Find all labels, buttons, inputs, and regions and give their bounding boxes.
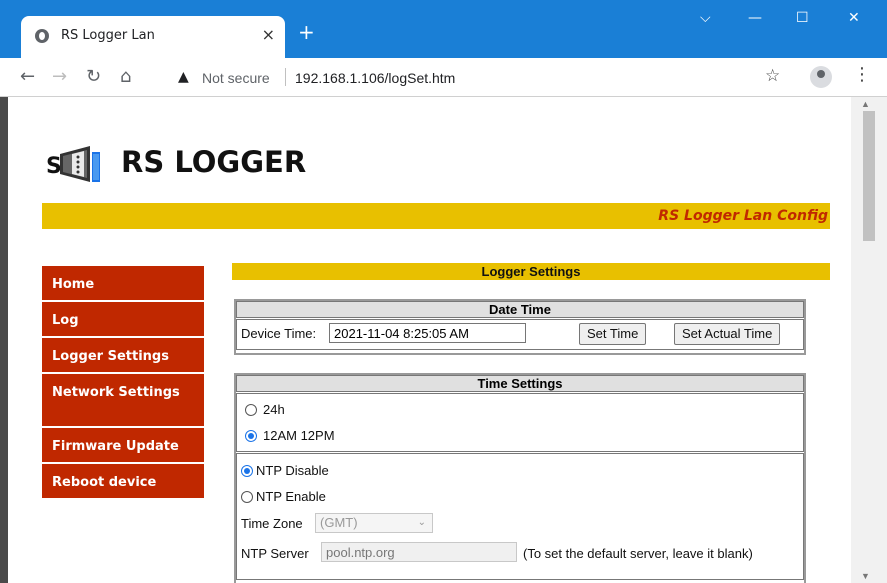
- reload-icon[interactable]: ↻: [86, 66, 101, 87]
- format-12h-radio[interactable]: [245, 430, 257, 442]
- tab-search-icon[interactable]: ⌵: [700, 10, 711, 26]
- time-settings-group: Time Settings 24h 12AM 12PM NTP Disable …: [234, 373, 806, 583]
- address-separator: [285, 68, 286, 86]
- address-bar[interactable]: ▲ Not secure 192.168.1.106/logSet.htm: [164, 62, 804, 92]
- sidebar-item-log[interactable]: Log: [42, 302, 204, 336]
- sidebar-item-logger-settings[interactable]: Logger Settings: [42, 338, 204, 372]
- date-time-row: Device Time: 2021-11-04 8:25:05 AM Set T…: [236, 319, 804, 350]
- forward-arrow-icon[interactable]: →: [52, 66, 67, 87]
- config-banner: RS Logger Lan Config: [42, 203, 830, 229]
- main-content: Logger Settings Date Time Device Time: 2…: [232, 263, 830, 583]
- ntp-disable-label: NTP Disable: [256, 463, 329, 478]
- url-text[interactable]: 192.168.1.106/logSet.htm: [295, 70, 455, 86]
- ntp-server-label: NTP Server: [241, 546, 309, 561]
- format-24h-radio[interactable]: [245, 404, 257, 416]
- menu-dots-icon[interactable]: ⋮: [853, 64, 871, 85]
- security-label[interactable]: Not secure: [202, 70, 270, 86]
- browser-titlebar: RS Logger Lan × + ⌵ — ☐ ✕: [0, 0, 887, 58]
- tab-title: RS Logger Lan: [61, 28, 155, 43]
- profile-icon[interactable]: [810, 66, 832, 88]
- page-title: Logger Settings: [232, 263, 830, 280]
- chevron-down-icon: ⌄: [417, 517, 426, 528]
- device-time-input[interactable]: 2021-11-04 8:25:05 AM: [329, 323, 526, 343]
- ntp-enable-radio[interactable]: [241, 491, 253, 503]
- sidebar-item-network-settings[interactable]: Network Settings: [42, 374, 204, 426]
- back-arrow-icon[interactable]: ←: [20, 66, 35, 87]
- ntp-enable-label: NTP Enable: [256, 489, 326, 504]
- sidebar-item-home[interactable]: Home: [42, 266, 204, 300]
- date-time-group: Date Time Device Time: 2021-11-04 8:25:0…: [234, 299, 806, 355]
- set-actual-time-button[interactable]: Set Actual Time: [674, 323, 781, 345]
- close-window-button[interactable]: ✕: [848, 10, 860, 26]
- date-time-heading: Date Time: [236, 301, 804, 318]
- home-icon[interactable]: ⌂: [120, 66, 131, 87]
- svg-text:S: S: [46, 154, 62, 179]
- minimize-button[interactable]: —: [748, 10, 762, 26]
- time-zone-select[interactable]: (GMT) ⌄: [315, 513, 433, 533]
- ntp-server-input[interactable]: pool.ntp.org: [321, 542, 517, 562]
- device-time-label: Device Time:: [241, 326, 317, 341]
- sidebar-item-reboot-device[interactable]: Reboot device: [42, 464, 204, 498]
- vertical-scrollbar[interactable]: ▲ ▼: [851, 97, 887, 583]
- browser-viewport: S RS LOGGER RS Logger Lan Config Home Lo…: [0, 97, 887, 583]
- serial-logger-logo: S: [46, 146, 100, 182]
- time-settings-heading: Time Settings: [236, 375, 804, 392]
- maximize-button[interactable]: ☐: [796, 10, 809, 26]
- ntp-box: NTP Disable NTP Enable Time Zone (GMT) ⌄…: [236, 453, 804, 580]
- ntp-disable-radio[interactable]: [241, 465, 253, 477]
- time-format-box: 24h 12AM 12PM: [236, 393, 804, 452]
- browser-toolbar: ← → ↻ ⌂ ▲ Not secure 192.168.1.106/logSe…: [0, 58, 887, 97]
- time-zone-label: Time Zone: [241, 516, 303, 531]
- format-24h-label: 24h: [263, 402, 285, 417]
- tab-close-icon[interactable]: ×: [262, 25, 275, 44]
- web-page: S RS LOGGER RS Logger Lan Config Home Lo…: [8, 97, 851, 583]
- sidebar-item-firmware-update[interactable]: Firmware Update: [42, 428, 204, 462]
- warning-icon[interactable]: ▲: [178, 69, 189, 85]
- scroll-thumb[interactable]: [863, 111, 875, 241]
- brand-title: RS LOGGER: [121, 145, 307, 179]
- time-zone-value: (GMT): [320, 515, 358, 530]
- format-12h-label: 12AM 12PM: [263, 428, 335, 443]
- scroll-up-icon[interactable]: ▲: [861, 99, 870, 109]
- set-time-button[interactable]: Set Time: [579, 323, 647, 345]
- scroll-down-icon[interactable]: ▼: [861, 571, 870, 581]
- globe-icon: [35, 29, 49, 43]
- star-icon[interactable]: ☆: [765, 66, 780, 86]
- new-tab-button[interactable]: +: [298, 20, 315, 44]
- banner-text: RS Logger Lan Config: [658, 208, 828, 224]
- ntp-server-hint: (To set the default server, leave it bla…: [523, 546, 753, 561]
- browser-tab[interactable]: RS Logger Lan ×: [21, 16, 285, 58]
- sidebar-nav: Home Log Logger Settings Network Setting…: [42, 266, 204, 500]
